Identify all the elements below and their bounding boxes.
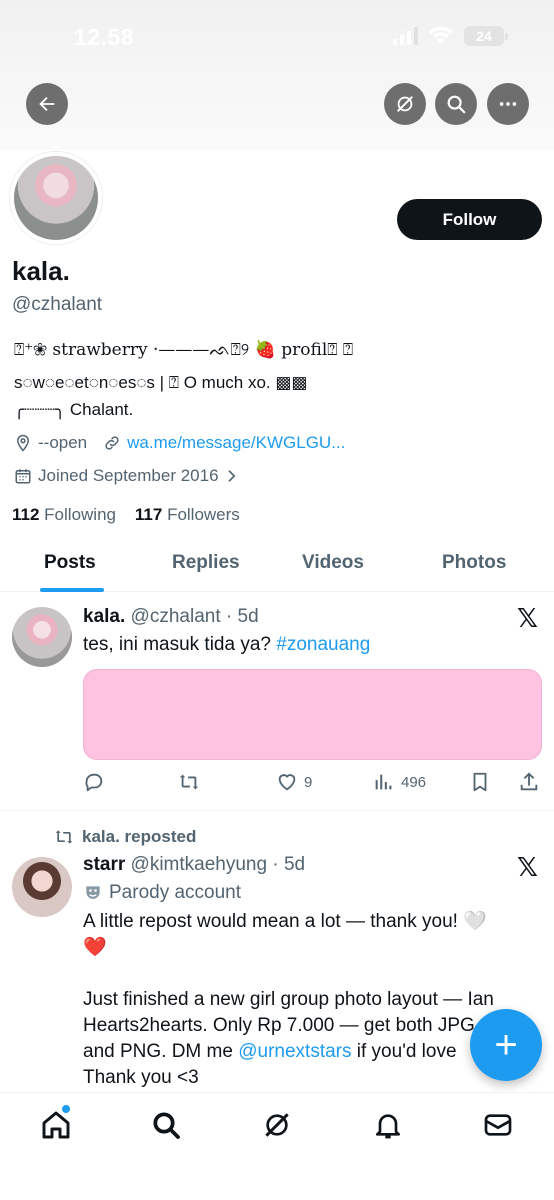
profile-name: kala. <box>12 256 70 286</box>
more-button[interactable] <box>487 83 529 125</box>
post-author-name[interactable]: kala. <box>83 606 125 627</box>
parody-label: Parody account <box>109 882 242 903</box>
views-button[interactable]: 496 <box>373 771 426 793</box>
reply-button[interactable] <box>83 771 105 793</box>
view-count: 496 <box>401 773 427 791</box>
bio-line-3: ╭┈┈┈╮ Chalant. <box>14 400 134 419</box>
post-line: ❤️ <box>83 937 107 958</box>
profile-tabs: Posts Replies Videos Photos <box>0 540 554 592</box>
grok-button[interactable] <box>384 83 426 125</box>
profile-joined[interactable]: Joined September 2016 <box>14 466 239 486</box>
wifi-icon <box>429 26 453 44</box>
following-label: Following <box>44 505 116 524</box>
link-icon <box>105 436 119 450</box>
post-header: starr @kimtkaehyung · 5d <box>83 854 306 875</box>
followers-link[interactable]: 117 Followers <box>135 505 240 524</box>
heart-icon <box>278 774 296 791</box>
parody-mask-icon <box>86 886 100 899</box>
post-line: A little repost would mean a lot — thank… <box>83 911 487 932</box>
bio-line-2: s◌w◌e◌et◌n◌es◌s | ⍰ O much xo. ▩▩ <box>14 373 308 392</box>
post-body: tes, ini masuk tida ya? <box>83 634 271 655</box>
post-age: 5d <box>283 854 306 875</box>
location-icon <box>16 434 30 452</box>
post-mention[interactable]: @urnextstars <box>238 1041 351 1062</box>
repost-icon <box>179 774 199 790</box>
status-time: 12.58 <box>74 24 135 50</box>
tab-photos[interactable]: Photos <box>442 552 506 574</box>
post[interactable]: kala. @czhalant · 5d 𝕏 tes, ini masuk ti… <box>0 593 554 811</box>
followers-label: Followers <box>167 505 240 524</box>
calendar-icon <box>15 469 31 484</box>
post-line-start: and PNG. DM me <box>83 1041 233 1062</box>
post-age: 5d <box>237 606 259 627</box>
repost-indicator: kala. reposted <box>54 827 196 847</box>
post-header: kala. @czhalant · 5d <box>83 606 259 627</box>
post-author-handle: @kimtkaehyung <box>130 854 268 875</box>
profile-meta: --open wa.me/message/KWGLGU... <box>14 433 345 453</box>
post-hashtag[interactable]: #zonauang <box>276 634 370 655</box>
more-icon <box>499 102 517 106</box>
compose-button[interactable]: + <box>470 1009 542 1081</box>
battery-icon: 24 <box>464 26 508 46</box>
signal-icon <box>393 27 418 45</box>
bookmark-button[interactable] <box>469 771 491 793</box>
home-icon[interactable] <box>40 1109 72 1141</box>
search-icon[interactable] <box>150 1109 182 1141</box>
repost-icon <box>55 830 73 844</box>
post-line-end: if you'd love <box>356 1041 457 1062</box>
notifications-icon[interactable] <box>372 1109 404 1141</box>
follow-button[interactable]: Follow <box>397 199 542 240</box>
post-text: A little repost would mean a lot — thank… <box>83 909 543 1091</box>
following-count: 112 <box>12 505 40 524</box>
following-link[interactable]: 112 Following <box>12 505 116 524</box>
post-author-name[interactable]: starr <box>83 854 125 875</box>
post-line: Just finished a new girl group photo lay… <box>83 989 494 1010</box>
follow-counts: 112 Following 117 Followers <box>12 505 240 525</box>
parody-badge: Parody account <box>83 882 241 904</box>
battery-level: 24 <box>476 28 492 44</box>
tab-indicator <box>40 588 104 592</box>
grok-icon[interactable] <box>261 1109 293 1141</box>
search-button[interactable] <box>435 83 477 125</box>
profile-avatar[interactable] <box>10 152 102 244</box>
post-media[interactable] <box>83 669 542 760</box>
profile-location: --open <box>38 433 88 452</box>
arrow-left-icon <box>39 96 55 112</box>
tab-replies[interactable]: Replies <box>172 552 240 574</box>
post-text: tes, ini masuk tida ya? #zonauang <box>83 632 370 658</box>
views-icon <box>375 774 392 790</box>
share-button[interactable] <box>518 771 540 793</box>
like-button[interactable]: 9 <box>276 771 312 793</box>
joined-label: Joined September 2016 <box>38 466 219 485</box>
search-icon <box>447 95 466 114</box>
chevron-right-icon <box>227 470 235 482</box>
back-button[interactable] <box>26 83 68 125</box>
x-logo-icon: 𝕏 <box>517 852 538 882</box>
bio-line-1: ⍰⁺❀ strawberry ·———ᨒ⍰୨ 🍓 profil⍰ ⍰ <box>14 340 354 360</box>
post-author-handle: @czhalant <box>130 606 221 627</box>
grok-icon <box>396 95 414 113</box>
bookmark-icon <box>473 772 487 792</box>
post-line: Thank you <3 <box>83 1067 199 1088</box>
home-notification-dot <box>62 1105 70 1113</box>
messages-icon[interactable] <box>482 1109 514 1141</box>
bottom-nav <box>0 1092 554 1200</box>
profile-website[interactable]: wa.me/message/KWGLGU... <box>127 433 345 453</box>
tab-videos[interactable]: Videos <box>302 552 364 574</box>
post-actions: 9 496 <box>83 771 543 795</box>
share-icon <box>520 772 538 791</box>
reply-icon <box>85 773 103 792</box>
x-logo-icon: 𝕏 <box>517 603 538 633</box>
repost-button[interactable] <box>178 771 200 793</box>
profile-handle: @czhalant <box>12 294 103 315</box>
status-icons: 24 <box>392 26 508 46</box>
avatar[interactable] <box>12 607 72 667</box>
avatar[interactable] <box>12 857 72 917</box>
repost-label[interactable]: kala. reposted <box>82 827 196 847</box>
like-count: 9 <box>304 773 313 791</box>
status-bar: 12.58 24 <box>0 0 554 76</box>
tab-posts[interactable]: Posts <box>44 552 96 574</box>
followers-count: 117 <box>134 505 163 524</box>
